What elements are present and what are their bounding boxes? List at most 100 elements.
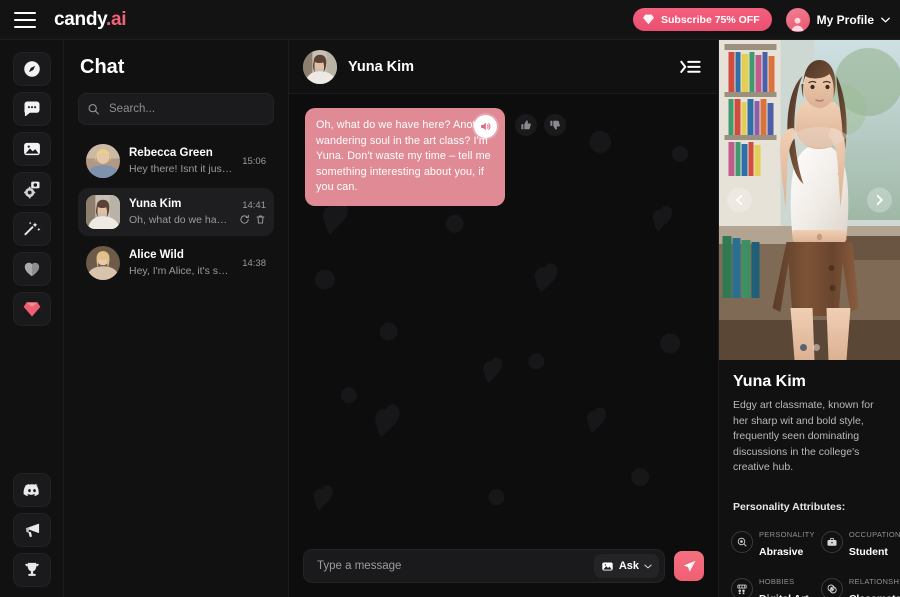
attributes-grid: PERSONALITY Abrasive OCCUPATION Student …: [731, 524, 900, 597]
app-body: Chat Search... Rebecca Green Hey there! …: [0, 40, 900, 597]
character-image: [719, 40, 900, 360]
sidebar-item-gallery[interactable]: [12, 132, 51, 166]
subscribe-button[interactable]: Subscribe 75% OFF: [633, 8, 772, 31]
carousel-dot[interactable]: [812, 344, 820, 351]
attribute-key: RELATIONSHIP: [848, 576, 900, 586]
message-row: Oh, what do we have here? Another wander…: [305, 108, 702, 206]
palette-icon: [731, 577, 753, 597]
character-info: Yuna Kim Edgy art classmate, known for h…: [719, 360, 900, 476]
send-icon: [683, 560, 695, 571]
collapse-panel-button[interactable]: [678, 57, 702, 77]
list-item[interactable]: Alice Wild Hey, I'm Alice, it's so nic… …: [78, 239, 274, 287]
sidebar-item-magic[interactable]: [12, 212, 51, 246]
attribute-text: RELATIONSHIP Classmate: [849, 571, 900, 597]
avatar: [303, 49, 337, 84]
list-item-time: 14:38: [242, 257, 266, 269]
list-item-meta: Rebecca Green Hey there! Isnt it just a …: [129, 146, 233, 176]
top-bar-right: Subscribe 75% OFF My Profile: [633, 7, 890, 32]
list-item-actions: [239, 214, 266, 225]
ask-mode-label: Ask: [618, 560, 639, 572]
nav-rail-bottom: [12, 473, 51, 587]
chevron-down-icon: [881, 17, 890, 22]
candy-ai-app: candy.ai Subscribe 75% OFF My Profile Ch…: [0, 0, 900, 597]
chevron-right-icon: [876, 194, 883, 206]
message-text: Oh, what do we have here? Another wander…: [316, 119, 492, 193]
page-title: Chat: [80, 56, 125, 78]
list-item-right: 14:41: [239, 200, 266, 225]
message-area: Oh, what do we have here? Another wander…: [289, 94, 718, 539]
camera-gear-icon: [23, 181, 39, 199]
sidebar-item-generate-image[interactable]: [12, 172, 51, 206]
image-icon: [602, 561, 613, 571]
play-audio-button[interactable]: [474, 115, 497, 138]
avatar: [785, 7, 810, 32]
relationship-icon: [820, 577, 843, 597]
hamburger-icon[interactable]: [14, 11, 36, 28]
search-wrapper: [78, 93, 274, 125]
logo[interactable]: candy.ai: [54, 8, 127, 31]
carousel-dots: [799, 344, 820, 351]
carousel-next-button[interactable]: [867, 187, 892, 213]
list-item-right: 15:06: [242, 156, 266, 167]
sidebar-item-gems[interactable]: [12, 292, 51, 326]
composer: Ask: [289, 539, 718, 597]
message-reactions: [515, 108, 566, 136]
logo-accent: .ai: [106, 8, 127, 30]
trash-icon[interactable]: [255, 214, 266, 225]
briefcase-icon: [820, 530, 843, 553]
carousel-prev-button[interactable]: [727, 187, 752, 213]
nav-rail-top: [12, 52, 51, 326]
profile-menu[interactable]: My Profile: [785, 7, 890, 32]
chevron-down-icon: [644, 564, 652, 568]
list-item-time: 14:41: [242, 199, 266, 211]
attribute-text: HOBBIES Digital Art: [759, 571, 815, 597]
carousel-dot[interactable]: [799, 344, 807, 351]
attribute-hobbies: HOBBIES Digital Art: [731, 571, 815, 597]
list-item[interactable]: Rebecca Green Hey there! Isnt it just a …: [78, 137, 274, 185]
list-item-name: Rebecca Green: [129, 147, 213, 159]
sidebar-item-announcements[interactable]: [12, 513, 51, 547]
trophy-icon: [24, 562, 39, 576]
speaker-icon: [481, 122, 491, 131]
nav-rail: [0, 40, 64, 597]
conversation-panel: Yuna Kim Oh, what do we have here? Anoth…: [289, 40, 718, 597]
attribute-key: PERSONALITY: [759, 529, 815, 539]
ask-mode-dropdown[interactable]: Ask: [593, 554, 659, 578]
sidebar-item-discord[interactable]: [12, 473, 51, 507]
sidebar-item-favorites[interactable]: [12, 252, 51, 286]
image-icon: [23, 142, 40, 156]
avatar: [86, 195, 120, 229]
thumbs-down-button[interactable]: [544, 114, 566, 136]
top-bar: candy.ai Subscribe 75% OFF My Profile: [0, 0, 900, 40]
message-bubble: Oh, what do we have here? Another wander…: [305, 108, 505, 206]
refresh-icon[interactable]: [239, 214, 250, 225]
sidebar-item-explore[interactable]: [12, 52, 51, 86]
attribute-relationship: RELATIONSHIP Classmate: [820, 571, 900, 597]
compass-icon: [23, 61, 40, 77]
message-input[interactable]: [317, 560, 594, 572]
profile-label: My Profile: [816, 12, 874, 27]
magic-wand-icon: [23, 221, 40, 236]
attribute-personality: PERSONALITY Abrasive: [731, 524, 815, 560]
list-item[interactable]: Yuna Kim Oh, what do we have he… 14:41: [78, 188, 274, 236]
sidebar-item-chat[interactable]: [12, 92, 51, 126]
attributes-title: Personality Attributes:: [733, 500, 846, 513]
send-button[interactable]: [674, 551, 704, 581]
avatar: [86, 144, 120, 178]
conversation-header: Yuna Kim: [289, 40, 718, 94]
attribute-occupation: OCCUPATION Student: [820, 524, 900, 560]
thumbs-up-button[interactable]: [515, 114, 537, 136]
megaphone-icon: [24, 523, 39, 538]
thumbs-down-icon: [550, 120, 560, 130]
search-input[interactable]: [78, 93, 274, 125]
chat-list-panel: Chat Search... Rebecca Green Hey there! …: [64, 40, 289, 597]
character-name: Yuna Kim: [733, 373, 806, 390]
sidebar-item-rewards[interactable]: [12, 553, 51, 587]
attribute-key: HOBBIES: [759, 576, 795, 586]
chevron-left-icon: [736, 194, 743, 206]
chat-bubble-icon: [23, 101, 39, 117]
personality-attributes: Personality Attributes: PERSONALITY Abra…: [719, 490, 900, 597]
list-item-snippet: Hey, I'm Alice, it's so nic…: [129, 265, 233, 277]
personality-icon: [731, 530, 753, 553]
gem-icon: [23, 302, 40, 317]
